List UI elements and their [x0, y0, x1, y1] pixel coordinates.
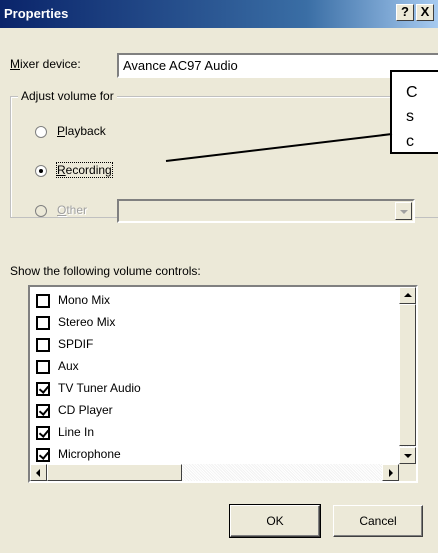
cancel-button[interactable]: Cancel — [333, 505, 423, 537]
volume-control-checkbox[interactable] — [36, 382, 50, 396]
volume-control-checkbox[interactable] — [36, 404, 50, 418]
volume-controls-list[interactable]: Mono Mix Stereo Mix SPDIF Aux TV Tuner Audio… — [28, 285, 418, 483]
volume-control-label: SPDIF — [58, 337, 94, 351]
callout-line-1: C — [406, 84, 418, 101]
volume-control-label: Aux — [58, 359, 79, 373]
volume-control-label: Microphone — [58, 447, 121, 461]
volume-control-checkbox[interactable] — [36, 448, 50, 462]
volume-control-label: Line In — [58, 425, 95, 439]
callout-line-3: c — [406, 133, 414, 150]
scroll-down-button[interactable] — [399, 447, 416, 464]
volume-control-checkbox[interactable] — [36, 294, 50, 308]
volume-control-label: TV Tuner Audio — [58, 381, 141, 395]
volume-control-checkbox[interactable] — [36, 316, 50, 330]
callout-line-2: s — [406, 108, 414, 125]
volume-control-checkbox[interactable] — [36, 426, 50, 440]
horizontal-scroll-thumb[interactable] — [47, 464, 182, 481]
scrollbar-corner — [399, 464, 416, 481]
vertical-scroll-thumb[interactable] — [399, 304, 416, 446]
volume-control-label: Stereo Mix — [58, 315, 116, 329]
volume-control-label: CD Player — [58, 403, 113, 417]
scroll-left-button[interactable] — [30, 464, 47, 481]
scroll-up-button[interactable] — [399, 287, 416, 304]
volume-control-checkbox[interactable] — [36, 360, 50, 374]
scroll-right-button[interactable] — [382, 464, 399, 481]
volume-control-label: Mono Mix — [58, 293, 111, 307]
vertical-scrollbar[interactable] — [399, 287, 416, 464]
ok-button[interactable]: OK — [229, 504, 321, 538]
volume-control-checkbox[interactable] — [36, 338, 50, 352]
volume-controls-label: Show the following volume controls: — [10, 264, 201, 278]
horizontal-scrollbar[interactable] — [30, 464, 399, 481]
properties-dialog: Properties ? X Mixer device: Avance AC97… — [0, 0, 438, 553]
